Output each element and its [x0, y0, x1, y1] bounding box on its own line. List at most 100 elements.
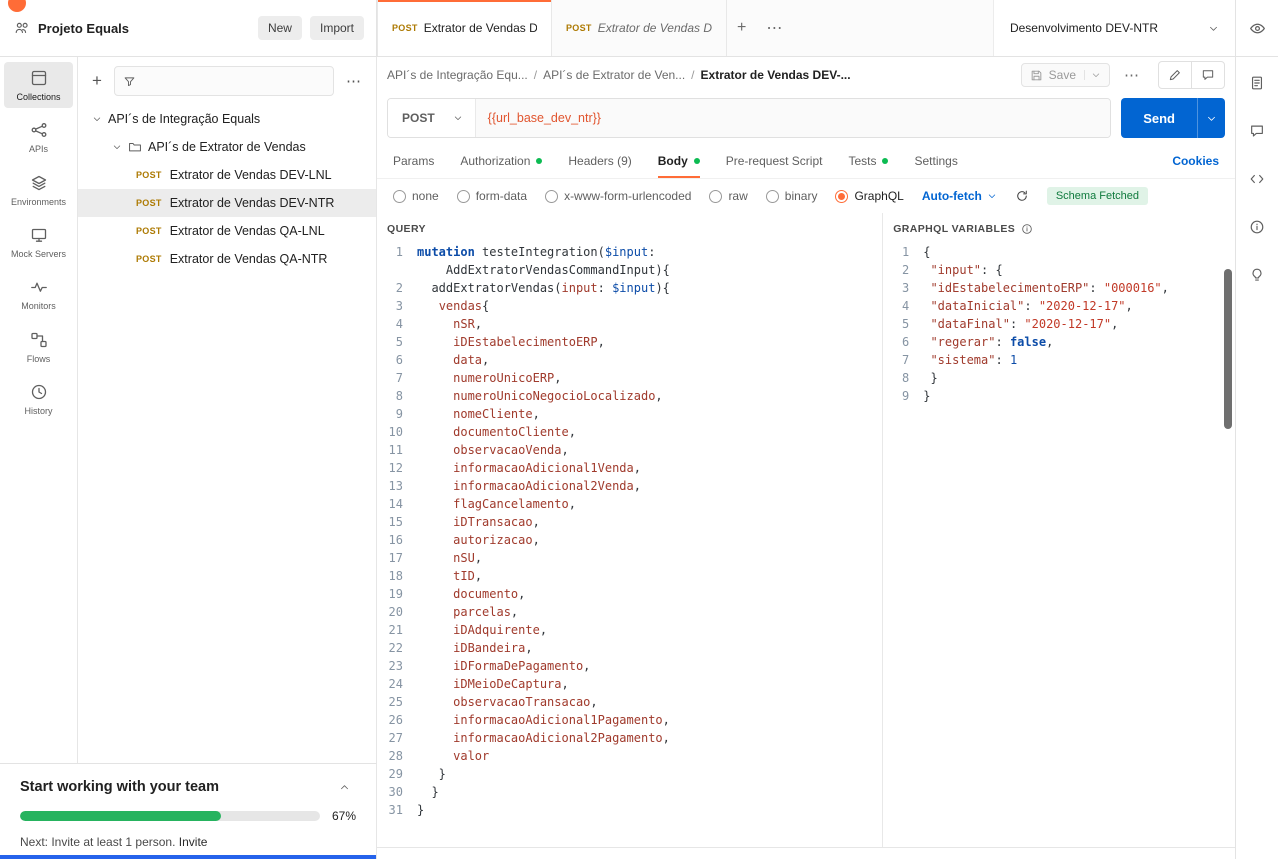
sidebar-item-monitors[interactable]: Monitors — [4, 271, 73, 317]
request-editor: API´s de Integração Equ... / API´s de Ex… — [377, 57, 1235, 859]
sidebar-filter-input[interactable] — [141, 74, 325, 88]
mock-servers-icon — [30, 226, 48, 244]
tab-body[interactable]: Body — [657, 143, 700, 178]
folder-name: API´s de Extrator de Vendas — [148, 140, 306, 154]
url-input[interactable]: {{url_base_dev_ntr}} — [475, 99, 1111, 137]
workspace-icon — [14, 20, 30, 36]
eye-icon — [1249, 20, 1266, 37]
tab-headers[interactable]: Headers (9) — [568, 143, 631, 178]
collection-folder-row[interactable]: API´s de Extrator de Vendas — [78, 133, 376, 161]
request-tab-active[interactable]: POST Extrator de Vendas DEV — [377, 0, 552, 56]
next-step-text: Next: Invite at least 1 person. — [20, 835, 176, 849]
tab-pre-request-script[interactable]: Pre-request Script — [726, 143, 823, 178]
progress-bar — [20, 811, 320, 821]
body-type-binary[interactable]: binary — [765, 189, 817, 203]
tab-options-button[interactable]: ⋯ — [756, 0, 792, 56]
breadcrumb-collection[interactable]: API´s de Integração Equ... — [387, 68, 528, 82]
autofetch-dropdown[interactable]: Auto-fetch — [922, 189, 997, 203]
edit-documentation-button[interactable] — [1159, 62, 1191, 88]
sidebar-item-environments[interactable]: Environments — [4, 167, 73, 213]
import-button[interactable]: Import — [309, 16, 364, 40]
workspace-switcher[interactable]: Projeto Equals — [14, 20, 250, 36]
cookies-link[interactable]: Cookies — [1172, 154, 1219, 168]
add-collection-button[interactable]: + — [88, 71, 106, 91]
body-type-none[interactable]: none — [393, 189, 439, 203]
method-select[interactable]: POST — [388, 99, 476, 137]
body-type-graphql[interactable]: GraphQL — [835, 189, 904, 203]
collections-sidebar: + ⋯ API´s de Integração Equals API´s de — [78, 57, 377, 859]
request-tab-strip: POST Extrator de Vendas DEV POST Extrato… — [377, 0, 993, 56]
response-section-edge — [377, 847, 1235, 859]
request-row-dev-lnl[interactable]: POST Extrator de Vendas DEV-LNL — [78, 161, 376, 189]
save-button[interactable]: Save — [1020, 63, 1110, 87]
breadcrumb-request: Extrator de Vendas DEV-... — [700, 68, 851, 82]
sidebar-more-button[interactable]: ⋯ — [342, 72, 366, 90]
send-options-chevron[interactable] — [1197, 98, 1225, 138]
variables-editor[interactable]: 1{2 "input": {3 "idEstabelecimentoERP": … — [883, 243, 1235, 847]
chevron-down-icon — [453, 113, 463, 123]
collection-root-row[interactable]: API´s de Integração Equals — [78, 105, 376, 133]
sidebar-item-collections[interactable]: Collections — [4, 62, 73, 109]
status-dot — [536, 157, 543, 164]
radio-icon — [709, 189, 723, 203]
save-icon — [1030, 69, 1043, 82]
radio-icon — [456, 189, 470, 203]
request-row-qa-lnl[interactable]: POST Extrator de Vendas QA-LNL — [78, 217, 376, 245]
monitors-icon — [30, 278, 48, 296]
sidebar-controls: + ⋯ — [78, 57, 376, 105]
request-row-dev-ntr[interactable]: POST Extrator de Vendas DEV-NTR — [78, 189, 376, 217]
save-options-chevron[interactable] — [1084, 70, 1101, 80]
tab-tests[interactable]: Tests — [848, 143, 889, 178]
workspace-name: Projeto Equals — [38, 20, 130, 36]
sidebar-item-apis[interactable]: APIs — [4, 114, 73, 160]
graphql-editor: QUERY 1 mutation testeIntegration($input:… — [377, 213, 1235, 847]
query-editor[interactable]: 1 mutation testeIntegration($input: AddEx… — [377, 243, 882, 847]
environment-quick-look-button[interactable] — [1235, 0, 1278, 56]
flows-icon — [30, 331, 48, 349]
request-name: Extrator de Vendas QA-NTR — [169, 252, 328, 266]
scrollbar-thumb[interactable] — [1224, 269, 1232, 429]
chevron-down-icon — [1208, 23, 1219, 34]
send-button[interactable]: Send — [1121, 98, 1225, 138]
comments-button[interactable] — [1191, 62, 1224, 88]
request-info-icon[interactable] — [1249, 219, 1265, 235]
variables-panel-title: GRAPHQL VARIABLES — [883, 213, 1235, 243]
request-name: Extrator de Vendas DEV-LNL — [169, 168, 332, 182]
body-type-raw[interactable]: raw — [709, 189, 748, 203]
tab-params[interactable]: Params — [393, 143, 434, 178]
request-row-qa-ntr[interactable]: POST Extrator de Vendas QA-NTR — [78, 245, 376, 273]
environment-selector[interactable]: Desenvolvimento DEV-NTR — [992, 0, 1235, 56]
filter-icon — [123, 75, 136, 88]
sidebar-item-history[interactable]: History — [4, 376, 73, 422]
body-type-urlencoded[interactable]: x-www-form-urlencoded — [545, 189, 691, 203]
body-type-form-data[interactable]: form-data — [456, 189, 527, 203]
request-more-actions-button[interactable]: ⋯ — [1116, 66, 1148, 84]
tab-method: POST — [392, 23, 418, 33]
new-button[interactable]: New — [257, 16, 302, 40]
collections-icon — [30, 69, 48, 87]
chevron-down-icon — [92, 114, 102, 124]
request-tab-preview[interactable]: POST Extrator de Vendas DEV — [552, 0, 727, 56]
code-snippet-icon[interactable] — [1249, 171, 1265, 187]
status-dot — [882, 157, 889, 164]
open-new-tab-button[interactable]: + — [727, 0, 756, 56]
schema-status-badge: Schema Fetched — [1046, 187, 1148, 205]
sidebar-item-mock-servers[interactable]: Mock Servers — [4, 219, 73, 265]
history-icon — [30, 383, 48, 401]
documentation-icon[interactable] — [1249, 75, 1265, 91]
banner-title: Start working with your team — [20, 779, 219, 795]
refresh-schema-button[interactable] — [1015, 189, 1029, 203]
breadcrumb-folder[interactable]: API´s de Extrator de Ven... — [543, 68, 685, 82]
tab-settings[interactable]: Settings — [914, 143, 957, 178]
invite-link[interactable]: Invite — [179, 835, 208, 849]
sidebar-filter[interactable] — [113, 66, 334, 96]
tab-authorization[interactable]: Authorization — [460, 143, 543, 178]
collapse-banner-button[interactable] — [333, 780, 356, 795]
status-dot — [693, 157, 700, 164]
pull-requests-icon[interactable] — [1249, 267, 1265, 283]
comments-icon[interactable] — [1249, 123, 1265, 139]
sidebar-item-flows[interactable]: Flows — [4, 324, 73, 370]
right-tool-rail — [1235, 57, 1278, 859]
scrollbar[interactable] — [1224, 269, 1232, 839]
variables-panel: GRAPHQL VARIABLES 1{2 "input": {3 "idEst… — [883, 213, 1235, 847]
